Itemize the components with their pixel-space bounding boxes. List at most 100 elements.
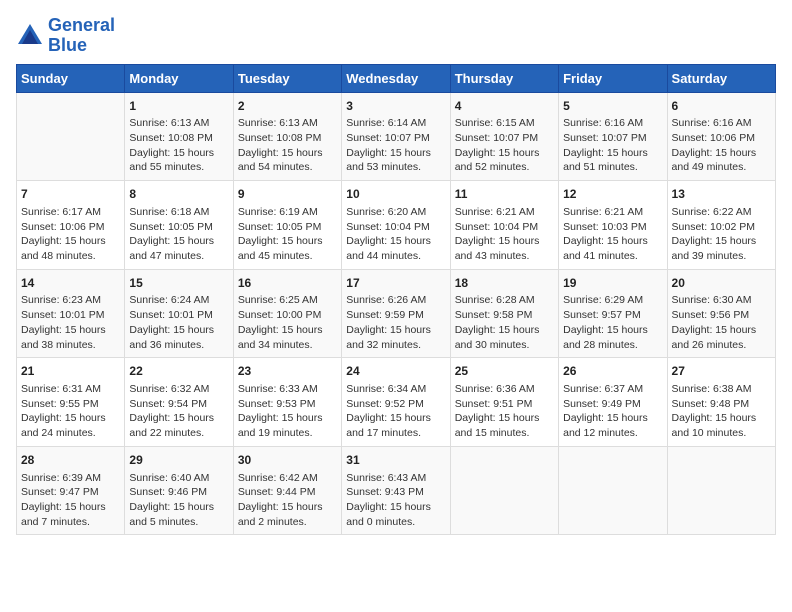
day-info: Sunrise: 6:25 AM Sunset: 10:00 PM Daylig… xyxy=(238,293,337,352)
day-info: Sunrise: 6:13 AM Sunset: 10:08 PM Daylig… xyxy=(129,116,228,175)
day-info: Sunrise: 6:16 AM Sunset: 10:06 PM Daylig… xyxy=(672,116,771,175)
calendar-cell: 29Sunrise: 6:40 AM Sunset: 9:46 PM Dayli… xyxy=(125,446,233,535)
calendar-header: Sunday Monday Tuesday Wednesday Thursday… xyxy=(17,64,776,92)
day-number: 10 xyxy=(346,186,445,203)
day-number: 13 xyxy=(672,186,771,203)
day-number: 31 xyxy=(346,452,445,469)
day-info: Sunrise: 6:36 AM Sunset: 9:51 PM Dayligh… xyxy=(455,382,554,441)
day-number: 12 xyxy=(563,186,662,203)
calendar-week-row: 21Sunrise: 6:31 AM Sunset: 9:55 PM Dayli… xyxy=(17,358,776,447)
calendar-cell: 26 Sunrise: 6:37 AM Sunset: 9:49 PM Dayli… xyxy=(559,358,667,447)
calendar-week-row: 7 Sunrise: 6:17 AM Sunset: 10:06 PM Dayli… xyxy=(17,181,776,270)
calendar-cell xyxy=(559,446,667,535)
day-number: 3 xyxy=(346,98,445,115)
calendar-cell: 21Sunrise: 6:31 AM Sunset: 9:55 PM Dayli… xyxy=(17,358,125,447)
day-number: 18 xyxy=(455,275,554,292)
day-number: 2 xyxy=(238,98,337,115)
day-number: 16 xyxy=(238,275,337,292)
logo: General Blue xyxy=(16,16,115,56)
day-info: Sunrise: 6:31 AM Sunset: 9:55 PM Dayligh… xyxy=(21,382,120,441)
day-number: 30 xyxy=(238,452,337,469)
day-info: Sunrise: 6:33 AM Sunset: 9:53 PM Dayligh… xyxy=(238,382,337,441)
day-info: Sunrise: 6:17 AM Sunset: 10:06 PM Daylig… xyxy=(21,205,120,264)
calendar-week-row: 28 Sunrise: 6:39 AM Sunset: 9:47 PM Dayli… xyxy=(17,446,776,535)
calendar-cell: 5Sunrise: 6:16 AM Sunset: 10:07 PM Dayli… xyxy=(559,92,667,181)
calendar-cell: 19Sunrise: 6:29 AM Sunset: 9:57 PM Dayli… xyxy=(559,269,667,358)
calendar-body: 1Sunrise: 6:13 AM Sunset: 10:08 PM Dayli… xyxy=(17,92,776,535)
calendar-cell: 17Sunrise: 6:26 AM Sunset: 9:59 PM Dayli… xyxy=(342,269,450,358)
col-friday: Friday xyxy=(559,64,667,92)
calendar-cell xyxy=(450,446,558,535)
calendar-cell: 18Sunrise: 6:28 AM Sunset: 9:58 PM Dayli… xyxy=(450,269,558,358)
calendar-cell: 10Sunrise: 6:20 AM Sunset: 10:04 PM Dayl… xyxy=(342,181,450,270)
day-number: 8 xyxy=(129,186,228,203)
day-number: 7 xyxy=(21,186,120,203)
logo-text: General Blue xyxy=(48,16,115,56)
day-number: 19 xyxy=(563,275,662,292)
calendar-cell: 27Sunrise: 6:38 AM Sunset: 9:48 PM Dayli… xyxy=(667,358,775,447)
calendar-cell xyxy=(667,446,775,535)
day-number: 17 xyxy=(346,275,445,292)
calendar-cell: 13 Sunrise: 6:22 AM Sunset: 10:02 PM Dayl… xyxy=(667,181,775,270)
day-info: Sunrise: 6:16 AM Sunset: 10:07 PM Daylig… xyxy=(563,116,662,175)
calendar-cell: 9 Sunrise: 6:19 AM Sunset: 10:05 PM Dayli… xyxy=(233,181,341,270)
day-info: Sunrise: 6:30 AM Sunset: 9:56 PM Dayligh… xyxy=(672,293,771,352)
day-info: Sunrise: 6:21 AM Sunset: 10:04 PM Daylig… xyxy=(455,205,554,264)
day-number: 1 xyxy=(129,98,228,115)
col-monday: Monday xyxy=(125,64,233,92)
day-number: 6 xyxy=(672,98,771,115)
calendar-cell xyxy=(17,92,125,181)
day-info: Sunrise: 6:29 AM Sunset: 9:57 PM Dayligh… xyxy=(563,293,662,352)
day-number: 22 xyxy=(129,363,228,380)
calendar-cell: 11Sunrise: 6:21 AM Sunset: 10:04 PM Dayl… xyxy=(450,181,558,270)
calendar-cell: 24 Sunrise: 6:34 AM Sunset: 9:52 PM Dayli… xyxy=(342,358,450,447)
col-saturday: Saturday xyxy=(667,64,775,92)
calendar-cell: 4Sunrise: 6:15 AM Sunset: 10:07 PM Dayli… xyxy=(450,92,558,181)
day-info: Sunrise: 6:42 AM Sunset: 9:44 PM Dayligh… xyxy=(238,471,337,530)
day-number: 24 xyxy=(346,363,445,380)
header-row: Sunday Monday Tuesday Wednesday Thursday… xyxy=(17,64,776,92)
day-number: 20 xyxy=(672,275,771,292)
col-thursday: Thursday xyxy=(450,64,558,92)
day-info: Sunrise: 6:24 AM Sunset: 10:01 PM Daylig… xyxy=(129,293,228,352)
logo-general: General xyxy=(48,15,115,35)
day-info: Sunrise: 6:28 AM Sunset: 9:58 PM Dayligh… xyxy=(455,293,554,352)
calendar-cell: 31 Sunrise: 6:43 AM Sunset: 9:43 PM Dayli… xyxy=(342,446,450,535)
calendar-cell: 6Sunrise: 6:16 AM Sunset: 10:06 PM Dayli… xyxy=(667,92,775,181)
calendar-cell: 7 Sunrise: 6:17 AM Sunset: 10:06 PM Dayli… xyxy=(17,181,125,270)
day-info: Sunrise: 6:32 AM Sunset: 9:54 PM Dayligh… xyxy=(129,382,228,441)
day-info: Sunrise: 6:34 AM Sunset: 9:52 PM Dayligh… xyxy=(346,382,445,441)
day-number: 26 xyxy=(563,363,662,380)
day-info: Sunrise: 6:43 AM Sunset: 9:43 PM Dayligh… xyxy=(346,471,445,530)
col-sunday: Sunday xyxy=(17,64,125,92)
day-info: Sunrise: 6:26 AM Sunset: 9:59 PM Dayligh… xyxy=(346,293,445,352)
day-number: 29 xyxy=(129,452,228,469)
calendar-cell: 25Sunrise: 6:36 AM Sunset: 9:51 PM Dayli… xyxy=(450,358,558,447)
calendar-week-row: 14Sunrise: 6:23 AM Sunset: 10:01 PM Dayl… xyxy=(17,269,776,358)
calendar-table: Sunday Monday Tuesday Wednesday Thursday… xyxy=(16,64,776,536)
day-info: Sunrise: 6:21 AM Sunset: 10:03 PM Daylig… xyxy=(563,205,662,264)
day-info: Sunrise: 6:37 AM Sunset: 9:49 PM Dayligh… xyxy=(563,382,662,441)
day-info: Sunrise: 6:39 AM Sunset: 9:47 PM Dayligh… xyxy=(21,471,120,530)
day-info: Sunrise: 6:18 AM Sunset: 10:05 PM Daylig… xyxy=(129,205,228,264)
calendar-cell: 20Sunrise: 6:30 AM Sunset: 9:56 PM Dayli… xyxy=(667,269,775,358)
day-number: 9 xyxy=(238,186,337,203)
calendar-cell: 28 Sunrise: 6:39 AM Sunset: 9:47 PM Dayli… xyxy=(17,446,125,535)
logo-icon xyxy=(16,22,44,50)
day-number: 14 xyxy=(21,275,120,292)
calendar-cell: 16Sunrise: 6:25 AM Sunset: 10:00 PM Dayl… xyxy=(233,269,341,358)
calendar-cell: 23Sunrise: 6:33 AM Sunset: 9:53 PM Dayli… xyxy=(233,358,341,447)
calendar-cell: 8 Sunrise: 6:18 AM Sunset: 10:05 PM Dayli… xyxy=(125,181,233,270)
calendar-cell: 15Sunrise: 6:24 AM Sunset: 10:01 PM Dayl… xyxy=(125,269,233,358)
day-number: 28 xyxy=(21,452,120,469)
day-info: Sunrise: 6:19 AM Sunset: 10:05 PM Daylig… xyxy=(238,205,337,264)
calendar-cell: 14Sunrise: 6:23 AM Sunset: 10:01 PM Dayl… xyxy=(17,269,125,358)
day-info: Sunrise: 6:22 AM Sunset: 10:02 PM Daylig… xyxy=(672,205,771,264)
calendar-cell: 2Sunrise: 6:13 AM Sunset: 10:08 PM Dayli… xyxy=(233,92,341,181)
col-tuesday: Tuesday xyxy=(233,64,341,92)
calendar-cell: 3Sunrise: 6:14 AM Sunset: 10:07 PM Dayli… xyxy=(342,92,450,181)
day-number: 27 xyxy=(672,363,771,380)
day-info: Sunrise: 6:14 AM Sunset: 10:07 PM Daylig… xyxy=(346,116,445,175)
day-info: Sunrise: 6:23 AM Sunset: 10:01 PM Daylig… xyxy=(21,293,120,352)
page-header: General Blue xyxy=(16,16,776,56)
